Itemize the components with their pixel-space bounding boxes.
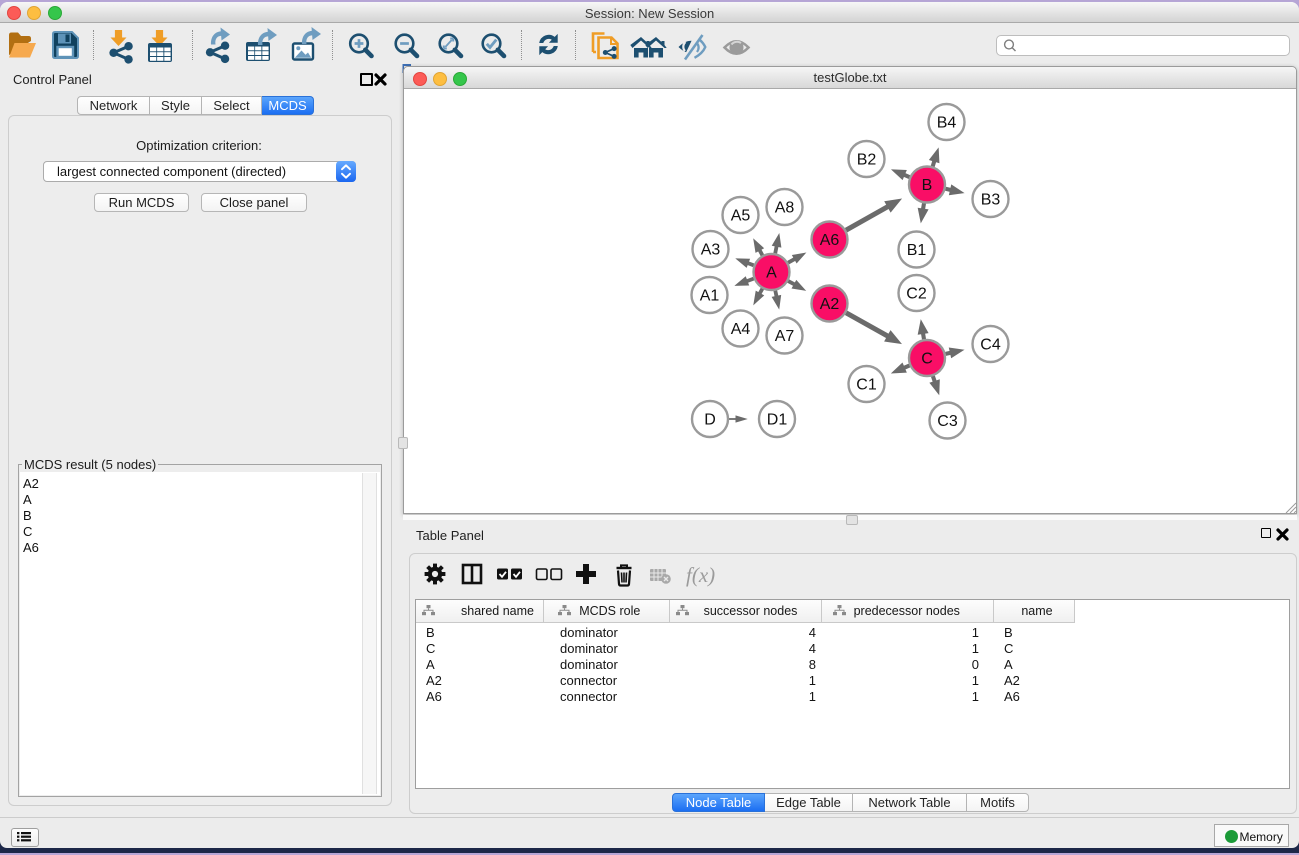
svg-text:A: A [766, 265, 777, 282]
svg-text:C3: C3 [937, 413, 958, 430]
svg-text:A2: A2 [820, 296, 840, 313]
svg-text:A8: A8 [775, 200, 795, 217]
svg-text:A6: A6 [820, 232, 840, 249]
svg-text:B: B [922, 177, 933, 194]
svg-text:A5: A5 [731, 208, 751, 225]
svg-text:C4: C4 [980, 337, 1001, 354]
svg-text:D1: D1 [767, 412, 788, 429]
svg-text:C2: C2 [906, 286, 927, 303]
svg-text:A7: A7 [775, 328, 795, 345]
svg-text:B3: B3 [981, 192, 1001, 209]
svg-text:C1: C1 [856, 377, 877, 394]
svg-text:A4: A4 [731, 321, 751, 338]
svg-text:B1: B1 [907, 242, 927, 259]
svg-text:B4: B4 [937, 115, 957, 132]
svg-text:A3: A3 [701, 242, 721, 259]
svg-text:A1: A1 [700, 288, 720, 305]
svg-text:C: C [921, 351, 933, 368]
svg-text:D: D [704, 412, 716, 429]
svg-text:B2: B2 [857, 152, 877, 169]
